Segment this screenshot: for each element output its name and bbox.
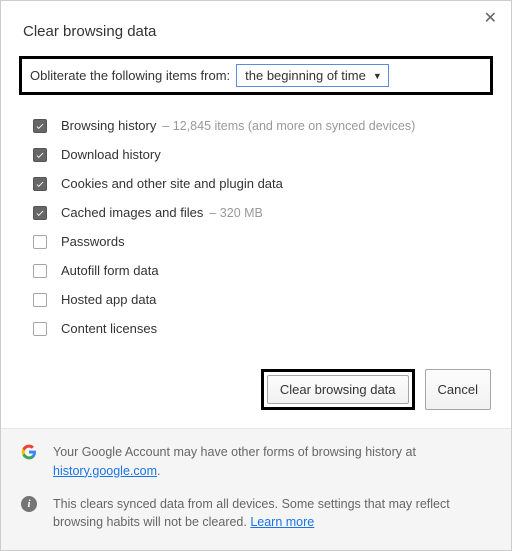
checkbox-label: Browsing history bbox=[61, 118, 156, 133]
checkbox[interactable] bbox=[33, 322, 47, 336]
checkbox-row: Hosted app data bbox=[33, 285, 503, 314]
checkbox-label: Hosted app data bbox=[61, 292, 156, 307]
close-icon[interactable]: ✕ bbox=[484, 11, 497, 27]
checkbox[interactable] bbox=[33, 177, 47, 191]
primary-button-highlight: Clear browsing data bbox=[261, 369, 415, 410]
time-range-row: Obliterate the following items from: the… bbox=[19, 56, 493, 95]
checkbox[interactable] bbox=[33, 119, 47, 133]
history-google-link[interactable]: history.google.com bbox=[53, 464, 157, 478]
checkbox-label: Cookies and other site and plugin data bbox=[61, 176, 283, 191]
checkbox[interactable] bbox=[33, 293, 47, 307]
clear-browsing-data-button[interactable]: Clear browsing data bbox=[267, 375, 409, 404]
time-range-value: the beginning of time bbox=[245, 68, 366, 83]
checkbox-row: Download history bbox=[33, 140, 503, 169]
checkbox[interactable] bbox=[33, 264, 47, 278]
learn-more-link[interactable]: Learn more bbox=[250, 515, 314, 529]
checkbox-label: Cached images and files bbox=[61, 205, 203, 220]
checkbox-row: Cached images and files – 320 MB bbox=[33, 198, 503, 227]
checkbox-row: Browsing history – 12,845 items (and more… bbox=[33, 111, 503, 140]
dialog-title: Clear browsing data bbox=[1, 1, 511, 50]
button-row: Clear browsing data Cancel bbox=[1, 353, 511, 428]
checkbox-label: Passwords bbox=[61, 234, 125, 249]
checkbox-row: Content licenses bbox=[33, 314, 503, 343]
footer-info-text: This clears synced data from all devices… bbox=[53, 495, 491, 533]
footer-google-row: Your Google Account may have other forms… bbox=[21, 443, 491, 481]
checkbox[interactable] bbox=[33, 235, 47, 249]
cancel-button[interactable]: Cancel bbox=[425, 369, 491, 410]
footer-info-row: i This clears synced data from all devic… bbox=[21, 495, 491, 533]
checkbox-label: Autofill form data bbox=[61, 263, 159, 278]
footer-google-text: Your Google Account may have other forms… bbox=[53, 443, 491, 481]
google-logo-icon bbox=[21, 444, 39, 462]
checkbox-extra: – 12,845 items (and more on synced devic… bbox=[162, 119, 415, 133]
time-range-select[interactable]: the beginning of time bbox=[236, 64, 389, 87]
checkbox[interactable] bbox=[33, 148, 47, 162]
checkbox-row: Cookies and other site and plugin data bbox=[33, 169, 503, 198]
dialog-footer: Your Google Account may have other forms… bbox=[1, 428, 511, 550]
checkbox-row: Passwords bbox=[33, 227, 503, 256]
checkbox-extra: – 320 MB bbox=[209, 206, 263, 220]
info-icon: i bbox=[21, 496, 39, 514]
checkbox-row: Autofill form data bbox=[33, 256, 503, 285]
checkbox-list: Browsing history – 12,845 items (and more… bbox=[1, 109, 511, 353]
checkbox[interactable] bbox=[33, 206, 47, 220]
checkbox-label: Download history bbox=[61, 147, 161, 162]
checkbox-label: Content licenses bbox=[61, 321, 157, 336]
time-range-label: Obliterate the following items from: bbox=[30, 68, 230, 83]
clear-browsing-data-dialog: ✕ Clear browsing data Obliterate the fol… bbox=[0, 0, 512, 551]
